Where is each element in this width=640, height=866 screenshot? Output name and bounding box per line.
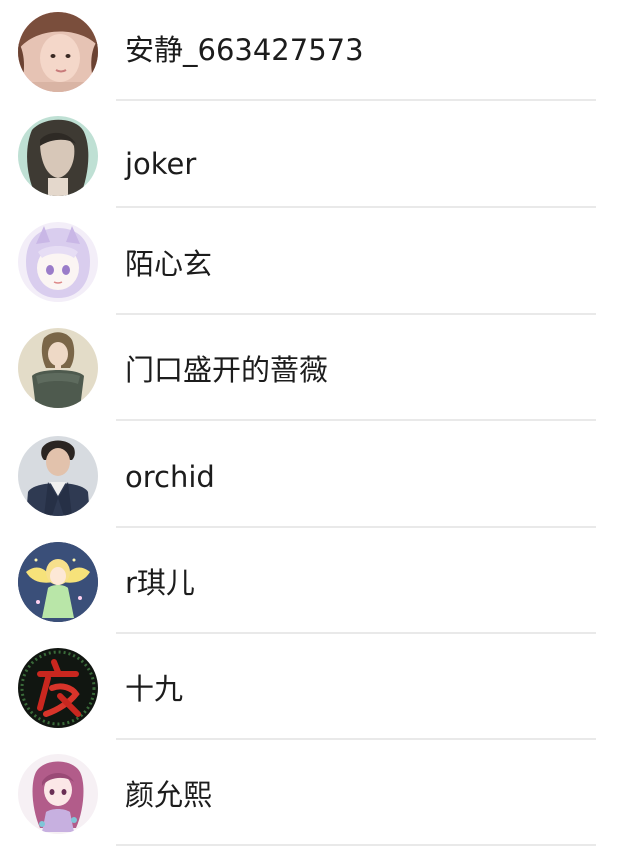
contact-row[interactable]: 陌心玄 [0, 212, 640, 318]
anime-pink-hair-avatar[interactable] [18, 754, 98, 834]
man-suit-avatar[interactable] [18, 436, 98, 516]
contact-name: 安静_663427573 [125, 33, 364, 67]
row-divider [116, 844, 596, 846]
row-divider [116, 99, 596, 101]
long-hair-girl-avatar[interactable] [18, 116, 98, 196]
anime-bunny-hood-avatar[interactable] [18, 222, 98, 302]
contact-row[interactable]: orchid [0, 424, 640, 530]
night-calligraphy-avatar[interactable] [18, 648, 98, 728]
contact-row[interactable]: 门口盛开的蔷薇 [0, 318, 640, 424]
girl-green-dress-avatar[interactable] [18, 328, 98, 408]
contact-name: 颜允熙 [125, 778, 213, 812]
contact-name: orchid [125, 460, 215, 494]
contact-row[interactable]: 安静_663427573 [0, 0, 640, 106]
contact-row[interactable]: joker [0, 106, 640, 212]
contact-row[interactable]: 十九 [0, 636, 640, 742]
contact-name: joker [125, 147, 197, 181]
row-divider [116, 738, 596, 740]
row-divider [116, 419, 596, 421]
row-divider [116, 206, 596, 208]
row-divider [116, 526, 596, 528]
contact-row[interactable]: r琪儿 [0, 530, 640, 636]
row-divider [116, 313, 596, 315]
contact-list: 安静_663427573 joker 陌心玄 门口盛开的蔷薇 orchid r琪… [0, 0, 640, 866]
girl-portrait-avatar[interactable] [18, 12, 98, 92]
contact-name: 陌心玄 [125, 247, 213, 281]
row-divider [116, 632, 596, 634]
anime-fairy-avatar[interactable] [18, 542, 98, 622]
contact-name: 门口盛开的蔷薇 [125, 353, 329, 387]
contact-name: r琪儿 [125, 566, 195, 600]
contact-name: 十九 [125, 672, 184, 706]
contact-row[interactable]: 颜允熙 [0, 742, 640, 848]
